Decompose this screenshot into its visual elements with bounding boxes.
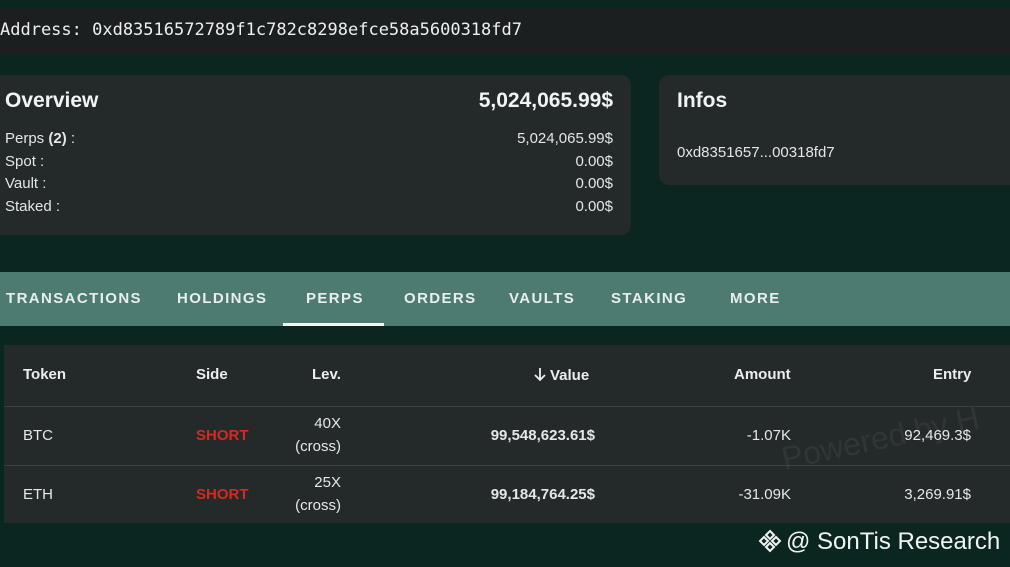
tab-more[interactable]: MORE (730, 272, 781, 326)
infos-card: Infos 0xd8351657...00318fd7 (659, 75, 1010, 185)
header-divider (4, 406, 1010, 407)
row-side-badge: SHORT (196, 486, 249, 503)
active-tab-indicator (283, 323, 384, 326)
col-header-entry[interactable]: Entry (933, 366, 971, 383)
staked-value: 0.00$ (575, 198, 613, 215)
tab-perps[interactable]: PERPS (306, 272, 364, 326)
infos-title: Infos (677, 89, 728, 112)
infos-address[interactable]: 0xd8351657...00318fd7 (677, 144, 835, 161)
overview-row-spot: Spot : 0.00$ (5, 153, 613, 175)
row-entry: 3,269.91$ (904, 486, 971, 503)
overview-row-staked: Staked : 0.00$ (5, 198, 613, 220)
overview-total: 5,024,065.99$ (478, 89, 613, 112)
row-token: BTC (23, 427, 53, 444)
tab-bar: TRANSACTIONS HOLDINGS PERPS ORDERS VAULT… (0, 272, 1010, 326)
arrow-down-icon (534, 368, 546, 382)
row-amount: -31.09K (738, 486, 791, 503)
perps-value: 5,024,065.99$ (517, 130, 613, 147)
perps-label: Perps (2) : (5, 130, 76, 147)
tab-transactions[interactable]: TRANSACTIONS (6, 272, 142, 326)
row-value: 99,184,764.25$ (490, 486, 595, 503)
spot-label: Spot : (5, 153, 45, 170)
tab-staking[interactable]: STAKING (611, 272, 687, 326)
row-token: ETH (23, 486, 53, 503)
overview-title: Overview (5, 89, 99, 112)
staked-label: Staked : (5, 198, 61, 215)
binance-logo-icon (758, 529, 782, 553)
spot-value: 0.00$ (575, 153, 613, 170)
overview-row-perps: Perps (2) : 5,024,065.99$ (5, 130, 613, 152)
tab-vaults[interactable]: VAULTS (509, 272, 575, 326)
col-header-lev[interactable]: Lev. (312, 366, 341, 383)
tab-holdings[interactable]: HOLDINGS (177, 272, 267, 326)
row-divider (4, 465, 1010, 466)
row-leverage: 40X (cross) (295, 415, 341, 455)
source-credit: @ SonTis Research (758, 528, 1000, 556)
vault-label: Vault : (5, 175, 47, 192)
overview-row-vault: Vault : 0.00$ (5, 175, 613, 197)
row-side-badge: SHORT (196, 427, 249, 444)
col-header-side[interactable]: Side (196, 366, 228, 383)
wallet-address: Address: 0xd83516572789f1c782c8298efce58… (0, 20, 522, 40)
row-value: 99,548,623.61$ (490, 427, 595, 444)
tab-orders[interactable]: ORDERS (404, 272, 477, 326)
col-header-amount[interactable]: Amount (734, 366, 791, 383)
col-header-token[interactable]: Token (23, 366, 66, 383)
vault-value: 0.00$ (575, 175, 613, 192)
overview-card: Overview 5,024,065.99$ Perps (2) : 5,024… (0, 75, 631, 235)
row-leverage: 25X (cross) (295, 474, 341, 514)
perps-count: (2) (48, 130, 67, 147)
col-header-value[interactable]: Value (532, 366, 589, 384)
